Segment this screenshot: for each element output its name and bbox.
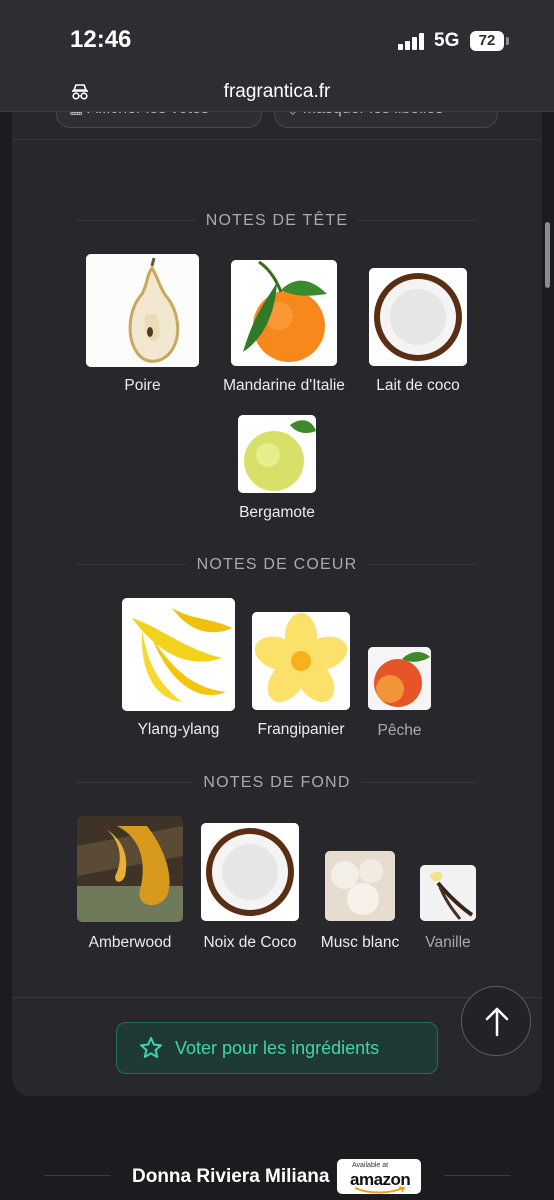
vote-button-label: Voter pour les ingrédients	[175, 1038, 380, 1058]
section-title-heart-notes: NOTES DE COEUR	[0, 556, 554, 574]
section-title-top-notes: NOTES DE TÊTE	[0, 212, 554, 230]
battery-icon: 72	[470, 31, 504, 51]
amazon-smile-icon	[354, 1186, 406, 1194]
peach-icon	[368, 647, 431, 710]
divider	[444, 1175, 510, 1176]
scrollbar[interactable]	[545, 222, 550, 288]
frangipani-icon	[252, 612, 350, 710]
perfume-name[interactable]: Donna Riviera Miliana	[132, 1166, 329, 1188]
mandarin-icon	[231, 260, 337, 366]
status-time: 12:46	[70, 26, 132, 53]
white-musk-icon	[325, 851, 395, 921]
note-label: Pêche	[377, 722, 422, 739]
coconut-icon	[201, 823, 299, 921]
star-icon	[140, 1037, 162, 1058]
section-title-base-notes: NOTES DE FOND	[0, 774, 554, 792]
bergamot-icon	[238, 415, 316, 493]
divider	[44, 1175, 110, 1176]
pear-icon	[86, 254, 199, 367]
network-type: 5G	[434, 30, 460, 51]
ylang-ylang-icon	[122, 598, 235, 711]
arrow-up-icon	[485, 1007, 509, 1037]
amberwood-icon	[77, 816, 183, 922]
divider	[12, 139, 542, 140]
note-label: Vanille	[425, 934, 471, 951]
signal-icon	[398, 32, 426, 50]
note-label: Lait de coco	[376, 377, 460, 394]
note-label: Bergamote	[239, 504, 315, 521]
scroll-to-top-button[interactable]	[461, 986, 531, 1056]
battery-tip-icon	[506, 37, 509, 45]
vanilla-icon	[420, 865, 476, 921]
status-bar: 12:46 5G 72 fragrantica.fr	[0, 0, 554, 112]
coconut-icon	[369, 268, 467, 366]
vote-ingredients-button[interactable]: Voter pour les ingrédients	[116, 1022, 438, 1074]
amazon-button[interactable]: Available at amazon	[337, 1159, 421, 1194]
amazon-small-text: Available at	[352, 1162, 389, 1169]
url-bar[interactable]: fragrantica.fr	[0, 81, 554, 103]
